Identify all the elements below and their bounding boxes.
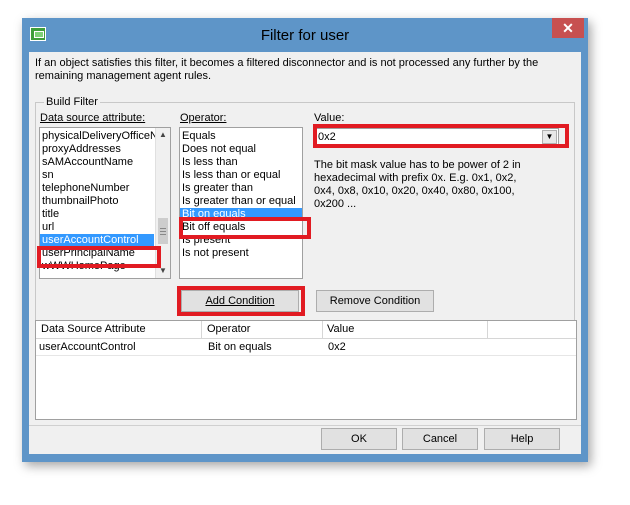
attribute-item[interactable]: url bbox=[40, 221, 154, 234]
scroll-thumb[interactable] bbox=[158, 218, 168, 244]
remove-condition-label: Remove Condition bbox=[329, 295, 421, 307]
operator-item[interactable]: Does not equal bbox=[180, 143, 302, 156]
table-row[interactable]: userAccountControl Bit on equals 0x2 bbox=[36, 339, 576, 356]
attribute-item[interactable]: telephoneNumber bbox=[40, 182, 154, 195]
help-button[interactable]: Help bbox=[484, 428, 560, 450]
attribute-highlight bbox=[37, 246, 161, 268]
window-title: Filter for user bbox=[260, 27, 350, 44]
header-data-source-attribute[interactable]: Data Source Attribute bbox=[41, 323, 146, 335]
header-value[interactable]: Value bbox=[327, 323, 354, 335]
value-label: Value: bbox=[314, 112, 345, 124]
attribute-item[interactable]: sn bbox=[40, 169, 154, 182]
operator-item[interactable]: Is greater than bbox=[180, 182, 302, 195]
value-highlight bbox=[313, 124, 569, 148]
cell-attribute: userAccountControl bbox=[39, 341, 136, 353]
operator-item[interactable]: Equals bbox=[180, 130, 302, 143]
attribute-item[interactable]: sAMAccountName bbox=[40, 156, 154, 169]
operator-item[interactable]: Is not present bbox=[180, 247, 302, 260]
operator-item[interactable]: Is less than bbox=[180, 156, 302, 169]
ok-label: OK bbox=[351, 433, 367, 445]
conditions-grid[interactable]: Data Source Attribute Operator Value use… bbox=[35, 320, 577, 420]
title-bar[interactable]: Filter for user ✕ bbox=[22, 18, 588, 52]
attribute-item[interactable]: physicalDeliveryOfficeN bbox=[40, 130, 158, 143]
attribute-item[interactable]: title bbox=[40, 208, 154, 221]
help-label: Help bbox=[510, 433, 534, 445]
header-operator[interactable]: Operator bbox=[207, 323, 250, 335]
footer-divider bbox=[29, 425, 581, 426]
filter-description: If an object satisfies this filter, it b… bbox=[35, 57, 539, 82]
dialog-body: If an object satisfies this filter, it b… bbox=[29, 52, 581, 454]
bitmask-hint: The bit mask value has to be power of 2 … bbox=[314, 159, 521, 210]
add-condition-highlight bbox=[177, 286, 305, 316]
scroll-up-icon[interactable]: ▲ bbox=[156, 128, 170, 142]
operator-listbox[interactable]: Equals Does not equal Is less than Is less … bbox=[179, 127, 303, 279]
data-source-label: Data source attribute: bbox=[40, 112, 146, 124]
attribute-item[interactable]: thumbnailPhoto bbox=[40, 195, 154, 208]
operator-item[interactable]: Is less than or equal bbox=[180, 169, 302, 182]
filter-dialog: Filter for user ✕ If an object satisfies… bbox=[22, 18, 588, 462]
remove-condition-button[interactable]: Remove Condition bbox=[316, 290, 434, 312]
operator-highlight bbox=[179, 217, 311, 239]
cell-value: 0x2 bbox=[328, 341, 346, 353]
operator-item[interactable]: Is greater than or equal bbox=[180, 195, 302, 208]
close-icon: ✕ bbox=[562, 20, 574, 36]
operator-label: Operator: bbox=[180, 112, 227, 124]
attribute-item[interactable]: proxyAddresses bbox=[40, 143, 154, 156]
cancel-button[interactable]: Cancel bbox=[402, 428, 478, 450]
cancel-label: Cancel bbox=[422, 433, 458, 445]
grid-header: Data Source Attribute Operator Value bbox=[36, 321, 576, 339]
close-button[interactable]: ✕ bbox=[552, 18, 584, 38]
cell-operator: Bit on equals bbox=[208, 341, 272, 353]
ok-button[interactable]: OK bbox=[321, 428, 397, 450]
build-filter-legend: Build Filter bbox=[44, 96, 100, 108]
